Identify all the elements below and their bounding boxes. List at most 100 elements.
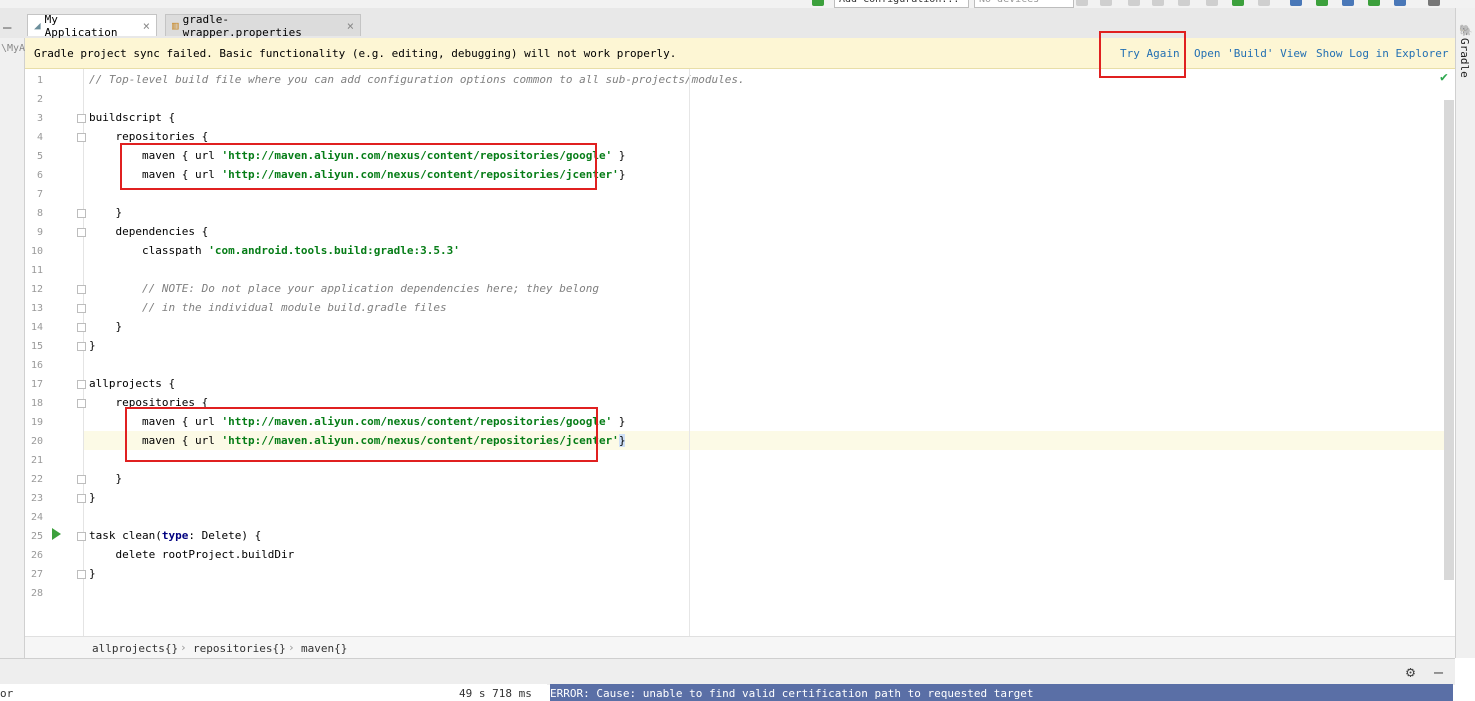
code-line: buildscript { <box>89 111 176 124</box>
line-number: 12 <box>30 284 43 295</box>
build-panel-header <box>0 658 1455 685</box>
line-number: 20 <box>30 436 43 447</box>
line-number: 3 <box>36 113 43 124</box>
line-number: 2 <box>36 94 43 105</box>
attach-debugger-icon[interactable] <box>1178 0 1190 6</box>
apply-changes-icon[interactable] <box>1100 0 1112 6</box>
line-number: 1 <box>36 75 43 86</box>
gradle-file-icon: ◢ <box>34 19 41 32</box>
vertical-scrollbar[interactable] <box>1444 100 1454 580</box>
line-number: 28 <box>30 588 43 599</box>
left-tool-strip: \MyA <box>0 38 25 658</box>
line-number: 8 <box>36 208 43 219</box>
avd-manager-icon[interactable] <box>1316 0 1328 6</box>
code-line: allprojects { <box>89 377 176 390</box>
code-token: task clean( <box>89 529 162 542</box>
line-number: 14 <box>30 322 43 333</box>
tab-my-application[interactable]: ◢ My Application × <box>27 12 157 39</box>
inspection-ok-icon: ✔ <box>1440 70 1448 85</box>
code-string: 'com.android.tools.build:gradle:3.5.3' <box>208 244 460 257</box>
show-log-in-explorer-link[interactable]: Show Log in Explorer <box>1316 47 1448 60</box>
build-hammer-icon[interactable] <box>812 0 824 6</box>
breadcrumb-item[interactable]: repositories{} <box>193 642 286 655</box>
breadcrumb-item[interactable]: allprojects{} <box>92 642 178 655</box>
line-number: 19 <box>30 417 43 428</box>
line-number: 15 <box>30 341 43 352</box>
code-keyword: type <box>161 529 189 542</box>
line-number: 10 <box>30 246 43 257</box>
code-line: } <box>89 567 96 580</box>
line-number: 22 <box>30 474 43 485</box>
code-comment: // Top-level build file where you can ad… <box>89 73 745 86</box>
gear-icon[interactable]: ⚙ <box>1406 663 1415 681</box>
line-number: 26 <box>30 550 43 561</box>
code-token-matched-brace: } <box>618 434 626 447</box>
line-number: 23 <box>30 493 43 504</box>
sync-project-icon[interactable] <box>1232 0 1244 6</box>
breadcrumb-separator-icon: › <box>180 641 187 654</box>
gradle-tool-window-button[interactable]: Gradle <box>1458 38 1471 78</box>
code-token: classpath <box>89 244 209 257</box>
run-configuration-dropdown[interactable]: Add Configuration... <box>834 0 969 8</box>
profile-icon[interactable] <box>1152 0 1164 6</box>
editor-gutter: 1 2 3 4 5 6 7 8 9 10 11 12 13 14 15 16 1… <box>25 69 86 636</box>
line-number: 11 <box>30 265 43 276</box>
build-tree[interactable]: or 49 s 718 ms <box>0 684 547 701</box>
code-line: delete rootProject.buildDir <box>89 548 295 561</box>
debug-icon[interactable] <box>1128 0 1140 6</box>
device-file-explorer-icon[interactable] <box>1368 0 1380 6</box>
build-tree-item: or <box>0 687 14 700</box>
minimize-icon[interactable]: — <box>1434 663 1443 681</box>
line-number: 17 <box>30 379 43 390</box>
line-number: 6 <box>36 170 43 181</box>
stop-icon[interactable] <box>1206 0 1218 6</box>
code-line: } <box>89 206 123 219</box>
layout-inspector-icon[interactable] <box>1258 0 1270 6</box>
close-tab-icon[interactable]: × <box>347 19 354 33</box>
line-number: 13 <box>30 303 43 314</box>
run-icon[interactable] <box>1076 0 1088 6</box>
code-token: } <box>612 415 626 428</box>
code-comment: // in the individual module build.gradle… <box>89 301 447 314</box>
sdk-manager-icon[interactable] <box>1342 0 1354 6</box>
assistant-icon[interactable] <box>1394 0 1406 6</box>
project-structure-icon[interactable] <box>1290 0 1302 6</box>
line-number: 27 <box>30 569 43 580</box>
line-number: 24 <box>30 512 43 523</box>
tab-gradle-wrapper-properties[interactable]: ▥ gradle-wrapper.properties × <box>165 13 361 39</box>
line-number: 5 <box>36 151 43 162</box>
tab-label: My Application <box>44 12 118 39</box>
editor-tab-bar: — ◢ My Application × ▥ gradle-wrapper.pr… <box>0 8 1455 39</box>
highlight-box-allprojects-repos <box>125 407 598 462</box>
build-duration: 49 s 718 ms <box>459 687 532 700</box>
right-margin-guide <box>689 69 690 636</box>
code-line: } <box>89 491 96 504</box>
highlight-box-buildscript-repos <box>120 143 597 190</box>
line-number: 4 <box>36 132 43 143</box>
search-icon[interactable] <box>1428 0 1440 6</box>
device-dropdown[interactable]: No devices <box>974 0 1074 8</box>
breadcrumb-item[interactable]: maven{} <box>301 642 347 655</box>
code-token: } <box>618 168 626 181</box>
run-task-icon[interactable] <box>52 528 61 540</box>
right-tool-strip: 🐘 <box>1455 8 1475 658</box>
breadcrumb: allprojects{} › repositories{} › maven{} <box>25 636 1455 659</box>
code-token: : Delete) { <box>188 529 262 542</box>
error-message: ERROR: Cause: unable to find valid certi… <box>550 687 1034 700</box>
code-line: } <box>89 472 123 485</box>
code-line: classpath 'com.android.tools.build:gradl… <box>89 241 460 260</box>
build-output-error-row[interactable]: ERROR: Cause: unable to find valid certi… <box>550 684 1453 701</box>
line-number: 9 <box>36 227 43 238</box>
breadcrumb-separator-icon: › <box>288 641 295 654</box>
line-number: 21 <box>30 455 43 466</box>
code-line: } <box>89 339 96 352</box>
sync-failed-banner: Gradle project sync failed. Basic functi… <box>25 38 1455 69</box>
collapse-panel-icon[interactable]: — <box>3 20 11 36</box>
open-build-view-link[interactable]: Open 'Build' View <box>1194 47 1307 60</box>
project-path-fragment: \MyA <box>1 43 26 54</box>
code-line: } <box>89 320 123 333</box>
main-toolbar: Add Configuration... No devices <box>0 0 1475 8</box>
close-tab-icon[interactable]: × <box>143 19 150 33</box>
line-number: 7 <box>36 189 43 200</box>
code-line: task clean(type: Delete) { <box>89 526 261 545</box>
